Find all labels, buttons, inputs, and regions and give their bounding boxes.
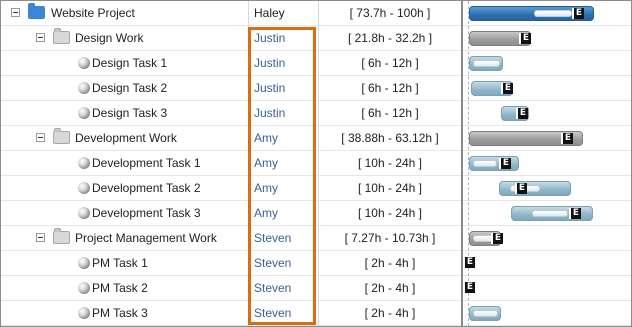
gantt-bar[interactable]: E [471, 81, 513, 96]
folder-blue-icon [28, 3, 45, 19]
estimate-e-icon[interactable]: E [491, 233, 503, 244]
gantt-bar[interactable]: E [501, 106, 529, 121]
collapse-icon[interactable] [36, 133, 45, 142]
task-ball-icon [78, 282, 90, 294]
task-name-cell: Project Management Work [1, 226, 249, 250]
task-name-cell: Design Task 2 [1, 76, 249, 100]
estimate-cell: [ 7.27h - 10.73h ] [344, 231, 436, 245]
task-ball-icon [78, 157, 90, 169]
estimate-e-icon[interactable]: E [501, 83, 513, 94]
gantt-bar[interactable]: E [469, 131, 583, 146]
task-ball-icon [78, 57, 90, 69]
resource-column-highlight [248, 27, 316, 325]
task-name: Design Work [75, 31, 144, 45]
gantt-progress-range [473, 160, 497, 167]
task-name: Website Project [51, 6, 135, 20]
task-name: PM Task 3 [92, 306, 148, 320]
gantt-bar[interactable]: E [511, 206, 593, 221]
estimate-e-icon[interactable]: E [515, 183, 527, 194]
task-ball-icon [78, 182, 90, 194]
estimate-cell: [ 73.7h - 100h ] [349, 6, 431, 20]
task-name-cell: Design Work [1, 26, 249, 50]
task-name: Development Task 2 [92, 181, 201, 195]
task-name: PM Task 1 [92, 256, 148, 270]
estimate-cell: [ 6h - 12h ] [361, 56, 419, 70]
task-name-cell: Development Task 3 [1, 201, 249, 225]
estimate-cell: [ 6h - 12h ] [361, 106, 419, 120]
task-name: PM Task 2 [92, 281, 148, 295]
task-name: Project Management Work [75, 231, 217, 245]
gantt-bar[interactable] [469, 56, 503, 71]
task-ball-icon [78, 257, 90, 269]
gantt-progress-range [532, 210, 568, 217]
task-name-cell: Development Work [1, 126, 249, 150]
gantt-grid: Website Project Haley [ 73.7h - 100h ] Desi… [0, 0, 632, 327]
collapse-icon[interactable] [36, 233, 45, 242]
task-name: Design Task 2 [92, 81, 168, 95]
gantt-bar[interactable]: E [499, 181, 571, 196]
task-name-cell: Website Project [1, 1, 249, 25]
task-name: Development Task 1 [92, 156, 201, 170]
gantt-bar[interactable]: E [469, 231, 503, 246]
estimate-e-icon[interactable]: E [572, 8, 584, 19]
task-name: Design Task 1 [92, 56, 168, 70]
gantt-progress-range [534, 10, 572, 17]
task-ball-icon [78, 82, 90, 94]
estimate-cell: [ 10h - 24h ] [357, 181, 423, 195]
task-name-cell: PM Task 3 [1, 301, 249, 325]
task-ball-icon [78, 107, 90, 119]
gantt-bar[interactable]: E [469, 6, 594, 21]
task-name-cell: Design Task 1 [1, 51, 249, 75]
task-ball-icon [78, 307, 90, 319]
estimate-cell: [ 2h - 4h ] [364, 306, 416, 320]
task-name-cell: Design Task 3 [1, 101, 249, 125]
estimate-e-icon[interactable]: E [463, 257, 475, 268]
estimate-e-icon[interactable]: E [519, 33, 531, 44]
estimate-cell: [ 2h - 4h ] [364, 281, 416, 295]
estimate-e-icon[interactable]: E [499, 158, 511, 169]
estimate-cell: [ 38.88h - 63.12h ] [341, 131, 439, 145]
column-divider [318, 1, 319, 326]
gantt-progress-range [473, 310, 498, 317]
estimate-e-icon[interactable]: E [516, 108, 528, 119]
collapse-icon[interactable] [36, 33, 45, 42]
estimate-cell: [ 21.8h - 32.2h ] [347, 31, 433, 45]
task-name: Development Work [75, 131, 177, 145]
gantt-progress-range [473, 60, 500, 67]
task-name: Design Task 3 [92, 106, 168, 120]
folder-gray-icon [53, 228, 70, 244]
collapse-icon[interactable] [11, 8, 20, 17]
estimate-cell: [ 2h - 4h ] [364, 256, 416, 270]
task-name: Development Task 3 [92, 206, 201, 220]
gantt-bar[interactable] [469, 306, 501, 321]
estimate-e-icon[interactable]: E [463, 282, 475, 293]
task-name-cell: PM Task 1 [1, 251, 249, 275]
folder-gray-icon [53, 128, 70, 144]
resource-cell[interactable]: Haley [249, 1, 319, 25]
task-name-cell: Development Task 2 [1, 176, 249, 200]
task-name-cell: Development Task 1 [1, 151, 249, 175]
estimate-cell: [ 10h - 24h ] [357, 206, 423, 220]
task-ball-icon [78, 207, 90, 219]
gantt-progress-range [473, 235, 493, 242]
gantt-bar[interactable]: E [469, 156, 519, 171]
gantt-bar[interactable]: E [469, 31, 531, 46]
estimate-cell: [ 10h - 24h ] [357, 156, 423, 170]
gantt-chart-area: E E E E E E E E E E E [463, 1, 631, 326]
estimate-e-icon[interactable]: E [561, 133, 573, 144]
estimate-e-icon[interactable]: E [569, 208, 581, 219]
estimate-cell: [ 6h - 12h ] [361, 81, 419, 95]
folder-gray-icon [53, 28, 70, 44]
task-name-cell: PM Task 2 [1, 276, 249, 300]
